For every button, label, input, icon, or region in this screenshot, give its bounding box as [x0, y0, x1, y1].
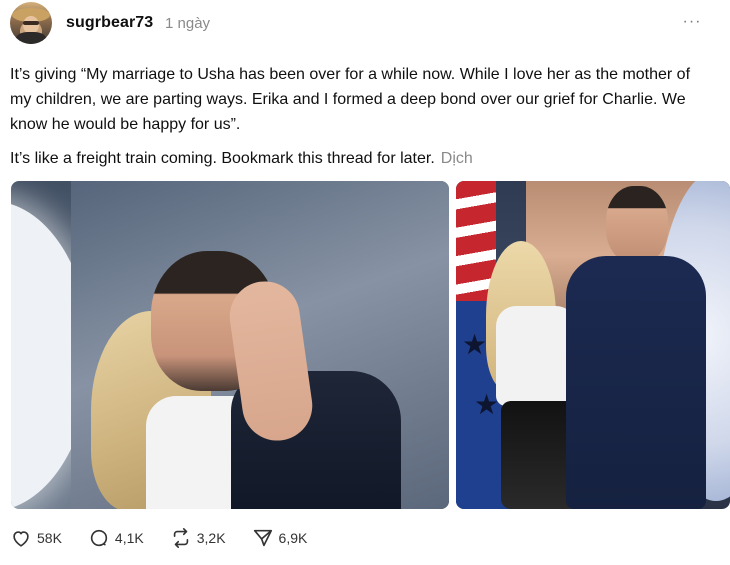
repost-button[interactable]: 3,2K [170, 527, 226, 549]
like-count: 58K [37, 530, 62, 546]
like-button[interactable]: 58K [10, 527, 62, 549]
post-image-1[interactable] [11, 181, 449, 509]
post-image-2[interactable]: ★ ★ [456, 181, 730, 509]
woman-pants [501, 401, 576, 509]
send-icon [252, 527, 274, 549]
man-head-2 [606, 186, 668, 264]
thread-post: sugrbear73 1 ngày ··· It’s giving “My ma… [0, 0, 730, 565]
reply-count: 4,1K [114, 530, 144, 546]
timestamp[interactable]: 1 ngày [165, 15, 210, 32]
star: ★ [462, 329, 488, 360]
man-suit-2 [566, 256, 706, 509]
share-count: 6,9K [278, 530, 308, 546]
translate-link[interactable]: Dịch [441, 150, 473, 167]
username[interactable]: sugrbear73 [66, 14, 153, 32]
share-button[interactable]: 6,9K [252, 527, 308, 549]
reply-button[interactable]: 4,1K [88, 527, 144, 549]
avatar-glasses [23, 21, 39, 25]
repost-icon [170, 527, 192, 549]
more-icon[interactable]: ··· [678, 12, 706, 32]
avatar[interactable] [10, 2, 52, 44]
post-text-paragraph-2: It’s like a freight train coming. Bookma… [10, 148, 715, 170]
action-bar: 58K 4,1K 3,2K 6,9K [10, 527, 333, 549]
comment-icon [88, 527, 110, 549]
post-text-paragraph-2-content: It’s like a freight train coming. Bookma… [10, 150, 435, 167]
heart-icon [10, 527, 32, 549]
repost-count: 3,2K [196, 530, 226, 546]
woman-top [496, 306, 576, 406]
avatar-shirt [16, 32, 46, 44]
post-text-paragraph-1: It’s giving “My marriage to Usha has bee… [10, 66, 691, 133]
